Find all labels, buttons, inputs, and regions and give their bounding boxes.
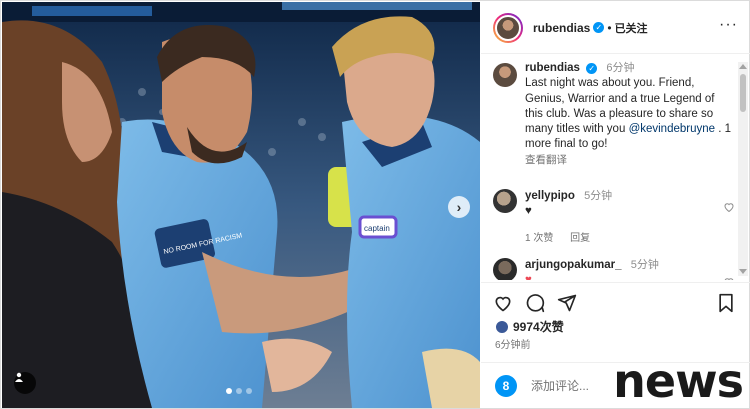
carousel-dot [226, 388, 232, 394]
follow-state-button[interactable]: 已关注 [615, 20, 648, 36]
scroll-down-arrow[interactable] [739, 269, 747, 274]
reply-link[interactable]: 回复 [570, 233, 590, 244]
emoji-icon[interactable]: 8 [495, 374, 517, 397]
comment-icon[interactable] [525, 293, 545, 313]
armband-text: captain [364, 224, 390, 233]
verified-icon: ✓ [586, 63, 598, 74]
caption-username[interactable]: rubendias [525, 62, 580, 74]
post-photo[interactable]: NO ROOM FOR RACISM captain › [2, 2, 480, 408]
post-username[interactable]: rubendias [533, 21, 590, 35]
comment-avatar[interactable] [493, 258, 517, 280]
comment-username[interactable]: yellypipo [525, 190, 575, 202]
comment-item: arjungopakumar_ 5分钟 ♥ [493, 258, 735, 280]
scrollbar-thumb[interactable] [740, 74, 746, 112]
comment-username[interactable]: arjungopakumar_ [525, 259, 622, 271]
comment-text: ♥ [525, 274, 532, 280]
liker-avatar [495, 319, 509, 334]
comment-time: 5分钟 [584, 190, 613, 202]
post-side-panel: rubendias ✓ • 已关注 ··· rubendias ✓ 6分钟 La… [481, 2, 750, 408]
bookmark-icon[interactable] [717, 293, 735, 313]
comment-text: ♥ [525, 205, 532, 217]
verified-icon: ✓ [593, 22, 605, 33]
likes-count[interactable]: 9974次赞 [495, 318, 564, 335]
action-bar [481, 282, 750, 320]
posted-time: 6分钟前 [495, 340, 531, 351]
comment-item: yellypipo 5分钟 ♥ 1 次赞 回复 [493, 189, 735, 244]
likes-text[interactable]: 9974次赞 [513, 318, 564, 335]
next-arrow-icon[interactable]: › [448, 196, 470, 218]
avatar[interactable] [493, 12, 523, 43]
comment-likes[interactable]: 1 次赞 [525, 233, 553, 244]
comments-list: rubendias ✓ 6分钟 Last night was about you… [481, 55, 750, 280]
translate-link[interactable]: 查看翻译 [525, 154, 567, 166]
share-icon[interactable] [557, 293, 577, 313]
news-watermark: news [613, 354, 744, 408]
photo-illustration: NO ROOM FOR RACISM captain [2, 2, 480, 408]
comment-heart-icon[interactable] [723, 276, 735, 280]
scroll-up-arrow[interactable] [739, 64, 747, 69]
comment-heart-icon[interactable] [723, 201, 735, 213]
more-options-icon[interactable]: ··· [719, 17, 738, 33]
post-dialog: NO ROOM FOR RACISM captain › rubendias ✓… [0, 0, 750, 409]
carousel-dot [246, 388, 252, 394]
post-header: rubendias ✓ • 已关注 ··· [481, 2, 750, 54]
comments-scrollbar[interactable] [738, 62, 748, 276]
carousel-dots [226, 388, 252, 394]
caption-avatar[interactable] [493, 63, 517, 87]
user-tag-icon[interactable] [14, 372, 36, 394]
comment-avatar[interactable] [493, 189, 517, 213]
caption-time: 6分钟 [606, 62, 635, 74]
carousel-dot [236, 388, 242, 394]
caption-mention[interactable]: @kevindebruyne [629, 123, 715, 135]
separator: • [607, 20, 612, 35]
comment-time: 5分钟 [630, 259, 659, 271]
heart-icon[interactable] [493, 293, 513, 313]
post-caption: rubendias ✓ 6分钟 Last night was about you… [493, 61, 733, 168]
